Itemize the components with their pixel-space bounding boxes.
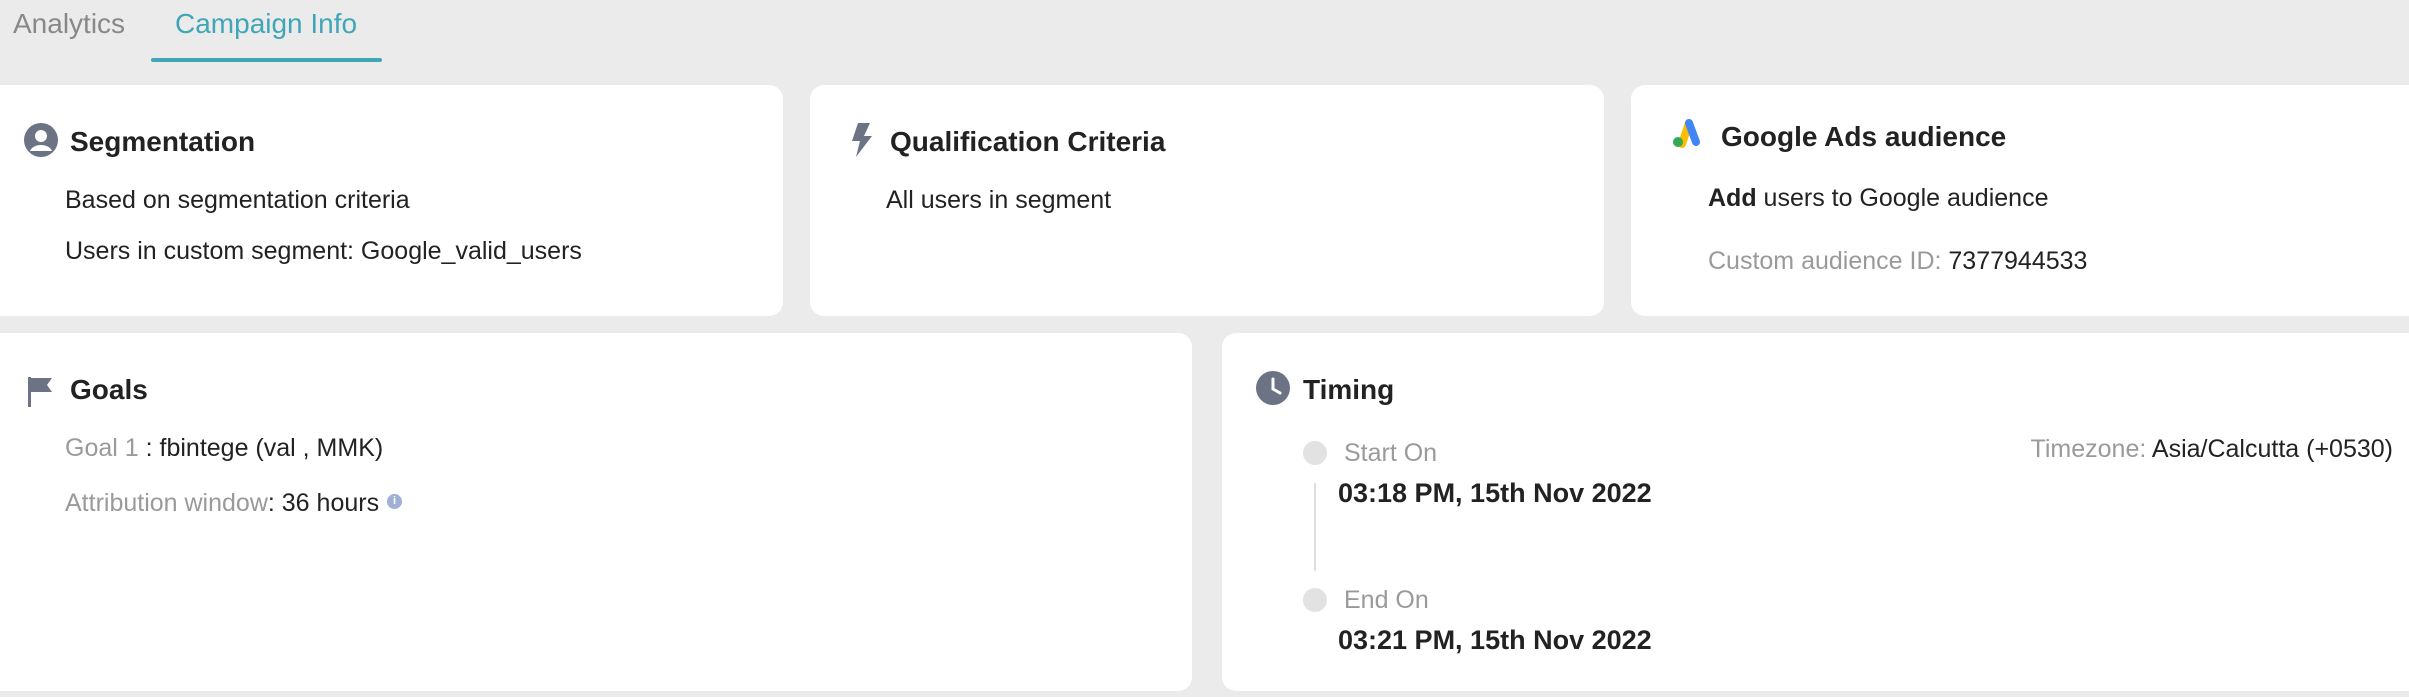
end-timeline-dot — [1303, 588, 1327, 612]
custom-audience-text: Custom audience ID: 7377944533 — [1708, 247, 2087, 276]
start-timeline-dot — [1303, 441, 1327, 465]
goal-1-value: : fbintege (val , MMK) — [138, 434, 384, 462]
segmentation-custom-segment-text: Users in custom segment: Google_valid_us… — [65, 237, 582, 265]
tab-bar: Analytics Campaign Info — [0, 0, 2409, 64]
attribution-window-label: Attribution window — [65, 489, 268, 517]
start-on-value: 03:18 PM, 15th Nov 2022 — [1338, 478, 1652, 508]
user-circle-icon — [24, 123, 58, 157]
tab-analytics[interactable]: Analytics — [13, 8, 125, 40]
google-ads-card: Google Ads audience Add users to Google … — [1631, 85, 2409, 316]
active-tab-indicator — [151, 58, 382, 62]
info-icon[interactable]: i — [387, 493, 403, 509]
timeline-connector — [1314, 483, 1316, 571]
google-ads-title: Google Ads audience — [1721, 121, 2007, 152]
google-ads-icon — [1673, 119, 1700, 148]
segmentation-title: Segmentation — [70, 126, 256, 157]
flag-icon — [28, 377, 52, 407]
segmentation-criteria-text: Based on segmentation criteria — [65, 186, 410, 214]
goal-1-label: Goal 1 — [65, 434, 139, 462]
timezone-label: Timezone: — [2030, 435, 2152, 463]
google-ads-action: Add — [1708, 184, 1757, 212]
timing-title: Timing — [1303, 374, 1395, 405]
custom-audience-id: 7377944533 — [1948, 247, 2088, 275]
attribution-window-value: : 36 hours — [267, 489, 380, 517]
timing-card: Timing Start On 03:18 PM, 15th Nov 2022 … — [1222, 333, 2409, 691]
qualification-title: Qualification Criteria — [890, 126, 1166, 157]
goals-title: Goals — [70, 374, 148, 405]
qualification-card: Qualification Criteria All users in segm… — [810, 85, 1604, 316]
clock-icon — [1256, 371, 1290, 405]
timezone-text: Timezone: Asia/Calcutta (+0530) — [2031, 435, 2393, 464]
qualification-text: All users in segment — [886, 186, 1112, 214]
lightning-icon — [852, 123, 872, 157]
end-on-label: End On — [1344, 586, 1429, 614]
tab-campaign-info[interactable]: Campaign Info — [175, 8, 357, 40]
goal-1-text: Goal 1 : fbintege (val , MMK) — [65, 434, 383, 463]
google-ads-action-text: Add users to Google audience — [1708, 184, 2048, 213]
timezone-value: Asia/Calcutta (+0530) — [2151, 435, 2393, 463]
attribution-window-text: Attribution window: 36 hours i — [65, 489, 403, 518]
segmentation-card: Segmentation Based on segmentation crite… — [0, 85, 783, 316]
google-ads-action-rest: users to Google audience — [1756, 184, 2049, 212]
end-on-value: 03:21 PM, 15th Nov 2022 — [1338, 625, 1652, 655]
start-on-label: Start On — [1344, 439, 1438, 467]
custom-audience-label: Custom audience ID: — [1708, 247, 1949, 275]
goals-card: Goals Goal 1 : fbintege (val , MMK) Attr… — [0, 333, 1192, 691]
